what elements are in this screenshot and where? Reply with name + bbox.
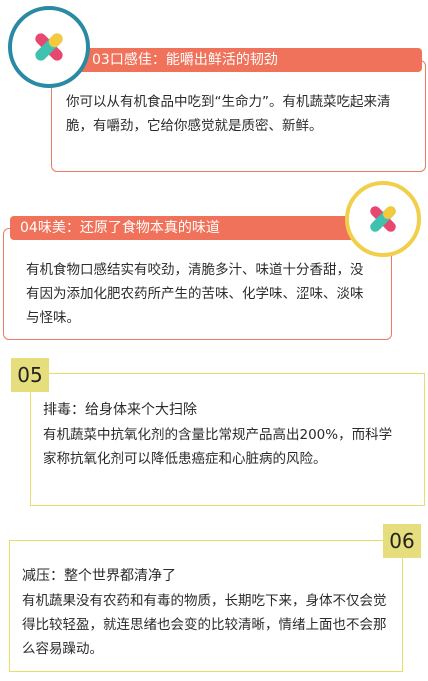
x-cross-logo-icon	[35, 33, 63, 61]
section-05-body: 有机蔬菜中抗氧化剂的含量比常规产品高出200%，而科学家称抗氧化剂可以降低患癌症…	[43, 427, 393, 467]
section-06-number: 06	[383, 524, 421, 558]
section-05-number: 05	[11, 358, 49, 392]
section-04-banner: 04味美：还原了食物本真的味道	[10, 216, 368, 240]
section-03-body: 你可以从有机食品中吃到“生命力”。有机蔬菜吃起来清脆，有嚼劲，它给你感觉就是质密…	[66, 94, 391, 134]
section-06-body: 有机蔬果没有农药和有毒的物质，长期吃下来，身体不仅会觉得比较轻盈，就连思绪也会变…	[22, 593, 387, 657]
section-03-title: 03口感佳：能嚼出鲜活的韧劲	[92, 52, 278, 68]
section-04-title: 04味美：还原了食物本真的味道	[20, 220, 220, 236]
section-03-logo	[8, 6, 90, 88]
section-05-title: 排毒：给身体来个大扫除	[43, 402, 197, 418]
x-cross-logo-icon	[370, 206, 396, 232]
section-04-logo	[345, 181, 421, 257]
section-03-banner: 03口感佳：能嚼出鲜活的韧劲	[66, 48, 422, 72]
section-04-body: 有机食物口感结实有咬劲，清脆多汁、味道十分香甜，没有因为添加化肥农药所产生的苦味…	[26, 262, 364, 326]
section-06-title: 减压：整个世界都清净了	[22, 568, 176, 584]
